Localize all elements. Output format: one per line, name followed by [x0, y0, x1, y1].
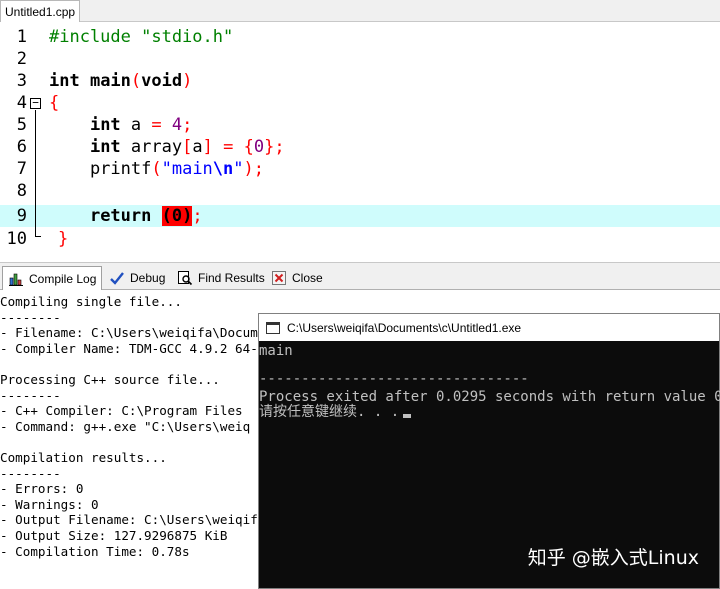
tab-find-results[interactable]: Find Results [172, 267, 270, 289]
line-number: 1 [16, 27, 27, 47]
code-text: int array[a] = {0}; [89, 137, 285, 157]
code-line-5[interactable]: 5 int a = 4; [0, 114, 720, 136]
tab-label: Find Results [198, 271, 265, 285]
line-number: 10 [6, 229, 27, 249]
editor-file-tab[interactable]: Untitled1.cpp [0, 0, 80, 22]
tab-debug[interactable]: Debug [104, 267, 170, 289]
console-window-icon [265, 320, 281, 336]
checkmark-icon [109, 270, 125, 286]
tab-close[interactable]: Close [266, 267, 328, 289]
console-prompt: 请按任意键继续. . . [259, 404, 400, 420]
code-editor[interactable]: 1 #include "stdio.h" 2 3 int main(void) … [0, 22, 720, 258]
code-text: return (0); [89, 206, 203, 226]
log-line: - C++ Compiler: C:\Program Files [0, 403, 243, 418]
close-icon [271, 270, 287, 286]
log-line: - Command: g++.exe "C:\Users\weiq [0, 418, 251, 434]
log-line: -------- [0, 465, 61, 481]
line-number: 2 [16, 49, 27, 69]
code-line-8[interactable]: 8 [0, 180, 720, 202]
log-line: - Compilation Time: 0.78s [0, 543, 190, 559]
fold-end-marker [35, 236, 41, 237]
console-window[interactable]: C:\Users\weiqifa\Documents\c\Untitled1.e… [258, 313, 720, 589]
code-line-3[interactable]: 3 int main(void) [0, 70, 720, 92]
line-number: 6 [16, 137, 27, 157]
code-line-2[interactable]: 2 [0, 48, 720, 70]
fold-guide-line [35, 110, 36, 236]
tab-label: Close [292, 271, 323, 285]
code-text: int a = 4; [89, 115, 193, 135]
code-line-6[interactable]: 6 int array[a] = {0}; [0, 136, 720, 158]
code-line-7[interactable]: 7 printf("main\n"); [0, 158, 720, 180]
text-cursor [403, 414, 412, 418]
bottom-panel-tabs: Compile Log Debug Find Results Close [0, 262, 720, 291]
tab-label: Debug [130, 271, 166, 285]
code-line-4[interactable]: 4 { [0, 92, 720, 114]
line-number: 3 [16, 71, 27, 91]
bar-chart-icon [8, 271, 24, 287]
line-number: 4 [16, 93, 27, 113]
log-line: - Errors: 0 [0, 481, 84, 496]
log-line: - Warnings: 0 [0, 496, 99, 512]
console-title-bar[interactable]: C:\Users\weiqifa\Documents\c\Untitled1.e… [259, 314, 719, 341]
editor-tab-bar: Untitled1.cpp [0, 0, 720, 22]
code-line-1[interactable]: 1 #include "stdio.h" [0, 26, 720, 48]
watermark: 知乎 @嵌入式Linux [527, 547, 699, 569]
console-line: 请按任意键继续. . . [259, 403, 412, 421]
code-text: { [49, 93, 60, 113]
tab-compile-log[interactable]: Compile Log [2, 266, 103, 291]
code-line-10[interactable]: 10 } [0, 228, 720, 250]
log-line: Compilation results... [0, 450, 167, 465]
log-line: Processing C++ source file... [0, 372, 220, 387]
code-text: int main(void) [49, 71, 193, 91]
line-number: 7 [16, 159, 27, 179]
line-number: 5 [16, 115, 27, 135]
log-line: -------- [0, 309, 61, 325]
log-line: - Filename: C:\Users\weiqifa\Docum [0, 325, 258, 340]
console-line: main [259, 343, 293, 359]
line-number: 9 [16, 206, 27, 226]
console-line: -------------------------------- [259, 371, 529, 387]
log-line: -------- [0, 387, 61, 403]
line-number: 8 [16, 181, 27, 201]
code-line-9-current[interactable]: 9 return (0); [0, 205, 720, 227]
code-text: printf("main\n"); [49, 159, 265, 179]
fold-collapse-icon[interactable]: − [30, 97, 41, 109]
find-icon [177, 270, 193, 286]
file-tab-label: Untitled1.cpp [5, 5, 76, 19]
console-output[interactable]: main -------------------------------- Pr… [259, 341, 720, 588]
log-line: - Output Filename: C:\Users\weiqif [0, 512, 258, 527]
code-text: #include "stdio.h" [49, 27, 234, 47]
code-text: } [58, 229, 69, 249]
tab-label: Compile Log [29, 272, 97, 286]
log-line: Compiling single file... [0, 294, 182, 309]
log-line: - Compiler Name: TDM-GCC 4.9.2 64- [0, 340, 258, 356]
console-title: C:\Users\weiqifa\Documents\c\Untitled1.e… [287, 320, 522, 335]
log-line: - Output Size: 127.9296875 KiB [0, 528, 228, 543]
